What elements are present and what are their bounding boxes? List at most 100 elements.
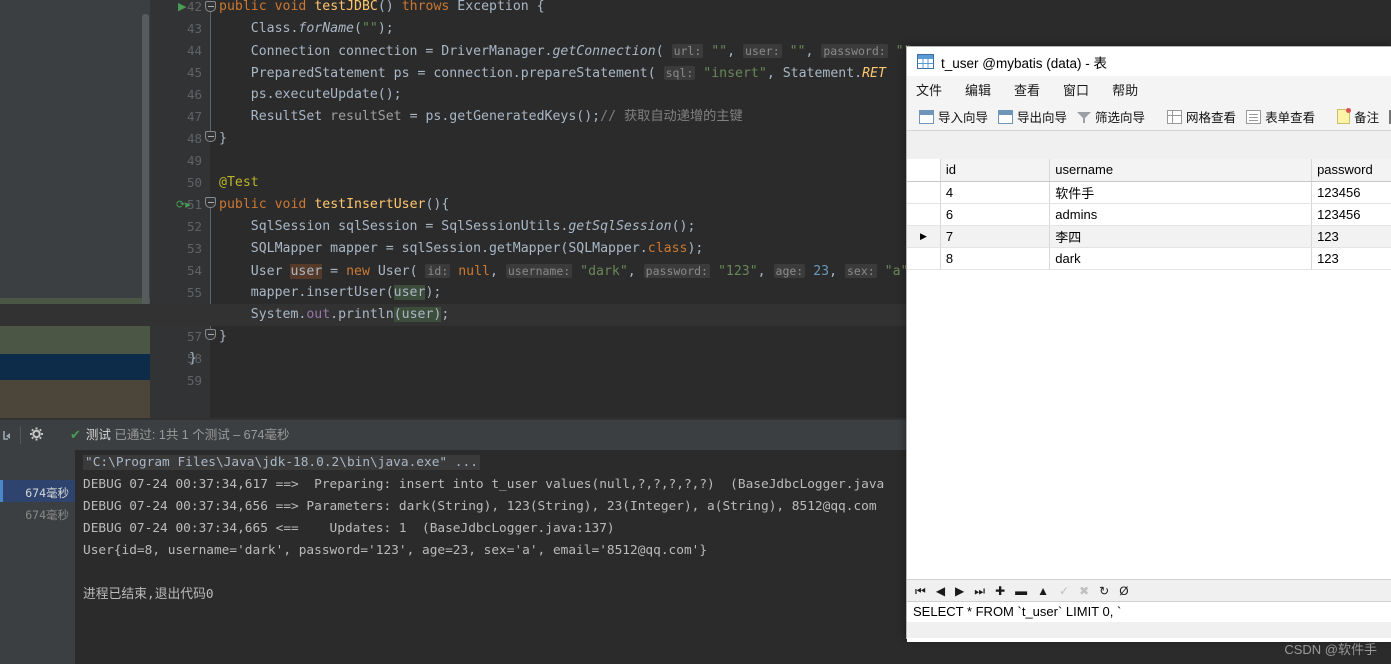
editor-fold-column[interactable] — [203, 0, 219, 418]
filter-wizard-label: 筛选向导 — [1095, 111, 1146, 125]
editor-left-panel — [0, 0, 150, 418]
cell-username[interactable]: dark — [1049, 247, 1313, 270]
db-status-bar — [907, 622, 1391, 638]
import-wizard-button[interactable]: 导入向导 — [914, 105, 993, 128]
editor-gutter[interactable]: 42 43 44 45 46 47 48 49 50 51 52 53 54 5… — [150, 0, 210, 418]
stop-icon[interactable]: Ø — [1119, 585, 1128, 597]
line-number: 47 — [186, 109, 202, 124]
form-view-icon — [1246, 109, 1262, 124]
row-marker — [907, 247, 941, 270]
sql-preview: SELECT * FROM `t_user` LIMIT 0, ` — [907, 601, 1391, 622]
cell-username[interactable]: 李四 — [1049, 225, 1313, 248]
cell-id[interactable]: 4 — [940, 181, 1051, 204]
menu-item-edit[interactable]: 编辑 — [965, 80, 991, 99]
console-line: DEBUG 07-24 00:37:34,656 ==> Parameters:… — [83, 499, 877, 514]
line-number: 52 — [186, 219, 202, 234]
export-wizard-button[interactable]: 导出向导 — [993, 105, 1072, 128]
data-grid[interactable]: id username password age sex email 4 软件手… — [907, 159, 1391, 642]
grid-view-button[interactable]: 网格查看 — [1162, 105, 1241, 128]
db-window-titlebar[interactable]: t_user @mybatis (data) - 表 — [907, 47, 1391, 76]
row-marker — [907, 203, 941, 226]
test-status-result: 已通过 — [114, 428, 152, 442]
console-line: User{id=8, username='dark', password='12… — [83, 543, 708, 558]
table-row[interactable]: 6 admins 123456 23 男 12345@qq.com — [907, 203, 1391, 226]
code-line-50: @Test — [219, 175, 259, 190]
cell-username[interactable]: admins — [1049, 203, 1313, 226]
code-line-46: ps.executeUpdate(); — [219, 87, 402, 102]
left-panel-highlight-blue — [0, 354, 150, 380]
line-number: 55 — [186, 285, 202, 300]
last-record-icon[interactable]: ⏭ — [974, 585, 985, 597]
test-duration: 674毫秒 — [25, 508, 69, 522]
cell-password[interactable]: 123 — [1311, 247, 1391, 270]
test-status-detail: : 1共 1 个测试 – 674毫秒 — [151, 428, 290, 442]
left-panel-highlight-brown — [0, 380, 150, 418]
cell-password[interactable]: 123456 — [1311, 203, 1391, 226]
next-record-icon[interactable]: ▶ — [955, 585, 964, 597]
column-header-password[interactable]: password — [1311, 159, 1391, 182]
code-line-42: public void testJDBC() throws Exception … — [219, 0, 545, 14]
table-row[interactable]: 4 软件手 123456 23 男 12345@qq.com — [907, 181, 1391, 204]
line-number: 57 — [186, 329, 202, 344]
delete-record-icon[interactable]: ▬ — [1015, 585, 1027, 597]
line-number: 44 — [186, 43, 202, 58]
menu-item-window[interactable]: 窗口 — [1063, 80, 1089, 99]
code-line-56: System.out.println(user); — [0, 304, 1391, 326]
test-status: ✔ 测试 已通过: 1共 1 个测试 – 674毫秒 — [70, 420, 289, 450]
test-time-gutter[interactable]: 674毫秒 674毫秒 — [0, 450, 75, 664]
add-record-icon[interactable]: ✚ — [995, 585, 1005, 597]
row-marker — [907, 181, 941, 204]
cell-password[interactable]: 123456 — [1311, 181, 1391, 204]
column-header-id[interactable]: id — [940, 159, 1051, 182]
prev-record-icon[interactable]: ◀ — [936, 585, 945, 597]
fold-marker[interactable] — [205, 329, 216, 340]
line-number: 45 — [186, 65, 202, 80]
code-line-45: PreparedStatement ps = connection.prepar… — [219, 66, 886, 81]
menu-item-file[interactable]: 文件 — [916, 80, 942, 99]
gear-icon[interactable] — [28, 426, 46, 444]
rerun-arrow-icon[interactable]: ⟳▸ — [176, 194, 191, 216]
data-table[interactable]: id username password age sex email 4 软件手… — [907, 159, 1391, 270]
table-row-active[interactable]: ▶ 7 李四 123 20 男 471583@qq.com — [907, 225, 1391, 248]
row-marker-current: ▶ — [907, 225, 941, 248]
note-button[interactable]: 备注 — [1332, 105, 1384, 128]
db-menubar[interactable]: 文件 编辑 查看 窗口 帮助 — [907, 76, 1391, 103]
test-status-label: 测试 — [85, 428, 111, 442]
test-pass-check-icon: ✔ — [70, 427, 81, 442]
menu-item-view[interactable]: 查看 — [1014, 80, 1040, 99]
form-view-button[interactable]: 表单查看 — [1241, 105, 1320, 128]
rerun-icon[interactable] — [0, 426, 18, 444]
cell-username[interactable]: 软件手 — [1049, 181, 1313, 204]
cell-id[interactable]: 6 — [940, 203, 1051, 226]
filter-wizard-button[interactable]: 筛选向导 — [1072, 105, 1150, 128]
run-arrow-icon[interactable]: ▶ — [178, 0, 192, 18]
column-header-username[interactable]: username — [1049, 159, 1313, 182]
refresh-icon[interactable]: ↻ — [1099, 585, 1109, 597]
fold-marker[interactable] — [205, 1, 216, 12]
db-toolbar[interactable]: 导入向导 导出向导 筛选向导 网格查看 表单查看 备注 — [907, 103, 1391, 131]
code-line-43: Class.forName(""); — [219, 21, 394, 36]
apply-change-icon[interactable]: ▲ — [1037, 585, 1049, 597]
code-line-52: SqlSession sqlSession = SqlSessionUtils.… — [219, 219, 696, 234]
more-button[interactable] — [1384, 108, 1391, 126]
export-wizard-icon — [998, 109, 1014, 124]
menu-item-help[interactable]: 帮助 — [1112, 80, 1138, 99]
line-number: 59 — [186, 373, 202, 388]
line-number: 50 — [186, 175, 202, 190]
import-wizard-icon — [919, 109, 934, 124]
cell-password[interactable]: 123 — [1311, 225, 1391, 248]
console-line: DEBUG 07-24 00:37:34,665 <== Updates: 1 … — [83, 521, 615, 536]
fold-line — [210, 8, 211, 136]
record-navigation-bar[interactable]: ⏮ ◀ ▶ ⏭ ✚ ▬ ▲ ✓ ✖ ↻ Ø — [907, 579, 1391, 601]
cell-id[interactable]: 7 — [940, 225, 1051, 248]
fold-marker[interactable] — [205, 131, 216, 142]
fold-marker[interactable] — [205, 197, 216, 208]
table-row[interactable]: 8 dark 123 23 a 8512@qq.com — [907, 247, 1391, 270]
first-record-icon[interactable]: ⏮ — [915, 585, 926, 597]
line-number: 43 — [186, 21, 202, 36]
cell-id[interactable]: 8 — [940, 247, 1051, 270]
database-window[interactable]: t_user @mybatis (data) - 表 文件 编辑 查看 窗口 帮… — [906, 46, 1391, 642]
console-command: "C:\Program Files\Java\jdk-18.0.2\bin\ja… — [83, 455, 480, 470]
editor-scrollbar-thumb[interactable] — [142, 14, 149, 312]
code-line-58: } — [189, 351, 197, 366]
